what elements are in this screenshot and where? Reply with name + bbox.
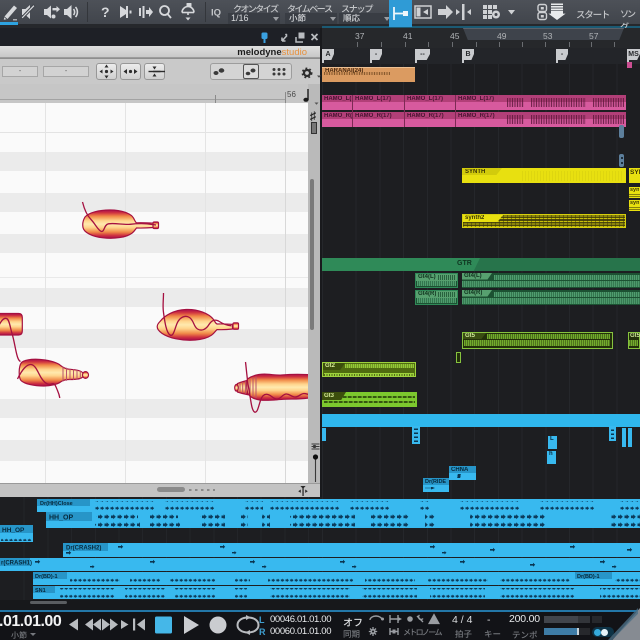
svg-text:♯: ♯ bbox=[310, 109, 316, 123]
svg-text:?: ? bbox=[101, 4, 110, 20]
svg-text:Dr(CRASH2): Dr(CRASH2) bbox=[66, 546, 101, 552]
svg-text:Dr(BD)-1: Dr(BD)-1 bbox=[577, 574, 600, 580]
svg-text:IQ: IQ bbox=[211, 8, 221, 19]
svg-text:HH_OP: HH_OP bbox=[2, 527, 25, 534]
svg-text:Dr(HH)Close: Dr(HH)Close bbox=[40, 501, 73, 507]
svg-text:Dr(BD)-1: Dr(BD)-1 bbox=[35, 574, 58, 580]
svg-text:HH_OP: HH_OP bbox=[49, 515, 73, 522]
svg-text:SN1: SN1 bbox=[35, 588, 46, 594]
svg-text:r(CRASH1): r(CRASH1) bbox=[1, 561, 32, 567]
